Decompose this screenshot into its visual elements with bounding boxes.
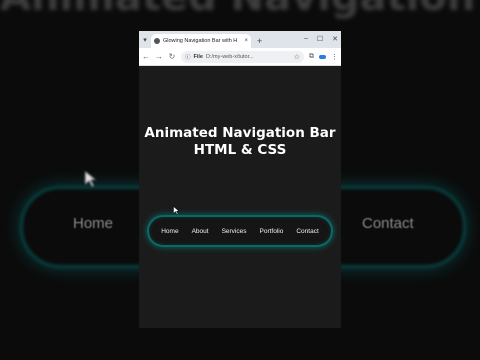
page-heading: Animated Navigation Bar HTML & CSS (139, 125, 341, 159)
address-scheme-chip: File (193, 53, 203, 60)
backdrop-title: Animated Navigation Bar (0, 0, 480, 20)
tab-close-icon[interactable]: × (244, 38, 248, 44)
menu-dots-icon[interactable]: ⋮ (331, 53, 338, 61)
maximize-button[interactable]: ☐ (317, 35, 323, 43)
bookmark-star-icon[interactable]: ☆ (294, 53, 300, 61)
page-favicon-icon (154, 38, 160, 44)
tab-search-icon[interactable]: ▾ (139, 31, 151, 48)
backdrop-nav-home: Home (73, 215, 114, 232)
address-bar[interactable]: ⓘ File D:/my-web-x/tutor... ☆ (181, 50, 304, 63)
extensions-icon[interactable]: ⧉ (309, 53, 314, 61)
page-content: Animated Navigation Bar HTML & CSS Home … (139, 67, 341, 328)
minimize-button[interactable]: – (304, 35, 308, 43)
browser-window: ▾ Glowing Navigation Bar with H × + – ☐ … (139, 31, 341, 328)
glowing-navbar: Home About Services Portfolio Contact (147, 215, 333, 247)
address-url: D:/my-web-x/tutor... (206, 53, 254, 60)
info-icon[interactable]: ⓘ (185, 53, 191, 61)
nav-link-services[interactable]: Services (222, 228, 247, 235)
nav-link-portfolio[interactable]: Portfolio (260, 228, 284, 235)
reload-icon[interactable]: ↻ (168, 52, 176, 61)
close-window-button[interactable]: ✕ (332, 35, 338, 43)
backdrop-nav-contact: Contact (362, 215, 414, 232)
mouse-cursor-icon (173, 206, 180, 215)
tab-title: Glowing Navigation Bar with H (163, 38, 238, 44)
heading-line-1: Animated Navigation Bar (144, 125, 336, 141)
heading-line-2: HTML & CSS (193, 142, 287, 158)
back-arrow-icon[interactable]: ← (142, 52, 150, 61)
tab-strip: ▾ Glowing Navigation Bar with H × + – ☐ … (139, 31, 341, 48)
browser-toolbar: ← → ↻ ⓘ File D:/my-web-x/tutor... ☆ ⧉ ⋮ (139, 48, 341, 66)
nav-link-contact[interactable]: Contact (296, 228, 318, 235)
extension-badge-icon[interactable] (319, 54, 326, 59)
nav-link-home[interactable]: Home (161, 228, 178, 235)
new-tab-button[interactable]: + (257, 34, 262, 48)
forward-arrow-icon[interactable]: → (155, 52, 163, 61)
window-controls: – ☐ ✕ (304, 35, 338, 43)
nav-link-about[interactable]: About (192, 228, 209, 235)
browser-tab[interactable]: Glowing Navigation Bar with H × (151, 34, 251, 48)
backdrop-cursor-icon (84, 170, 98, 188)
